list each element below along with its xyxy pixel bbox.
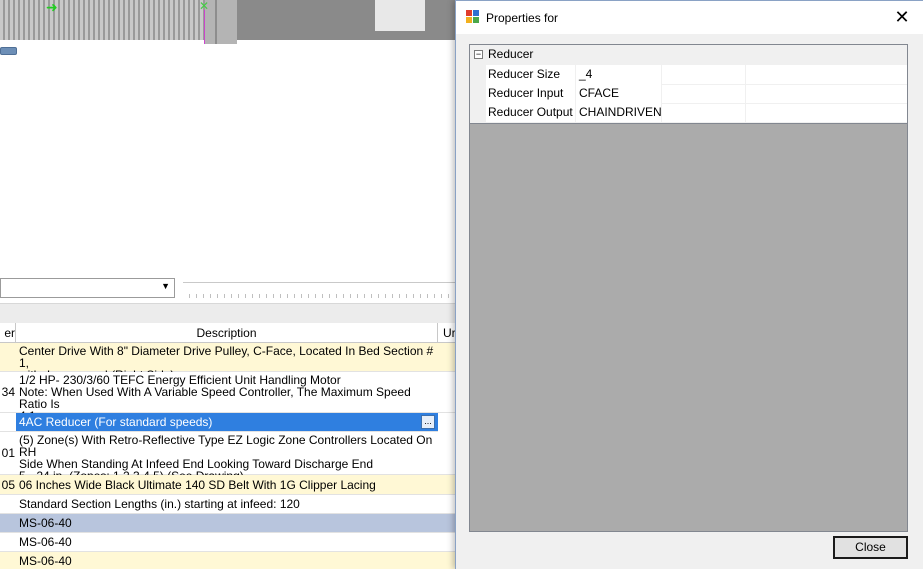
row-number: 34 <box>1 385 15 399</box>
drawing-canvas[interactable]: ➜ ✕ <box>0 0 460 278</box>
property-row-reducer-output[interactable]: Reducer Output CHAINDRIVEN <box>470 103 907 123</box>
conveyor-end-cap <box>205 0 237 44</box>
table-row[interactable]: MS-06-40 <box>0 533 460 552</box>
property-grid: − Reducer Reducer Size _4 Reducer Input … <box>469 44 908 532</box>
sensor-shape[interactable] <box>0 47 17 55</box>
property-extra-cell <box>660 103 746 122</box>
row-description: MS-06-40 <box>19 554 72 568</box>
category-row-reducer[interactable]: − Reducer <box>470 45 907 65</box>
property-margin <box>470 65 486 84</box>
table-row[interactable]: MS-06-40 <box>0 514 460 533</box>
view-dropdown[interactable]: ▼ <box>0 278 175 298</box>
property-extra-cell <box>660 65 746 84</box>
ellipsis-button[interactable]: ... <box>421 415 435 429</box>
horizontal-ruler <box>183 282 458 299</box>
table-row[interactable]: 05 06 Inches Wide Black Ultimate 140 SD … <box>0 475 460 495</box>
property-value[interactable]: CHAINDRIVEN <box>576 103 662 122</box>
grid-toolbar-strip <box>0 303 460 324</box>
table-row[interactable]: 01 (5) Zone(s) With Retro-Reflective Typ… <box>0 432 460 482</box>
row-number <box>0 343 15 371</box>
properties-dialog: Properties for ✕ − Reducer Reducer Size … <box>455 0 923 569</box>
row-number <box>0 552 15 569</box>
table-row-selected[interactable]: 4AC Reducer (For standard speeds) ... <box>16 413 438 432</box>
marker-line <box>204 10 205 44</box>
row-description: 06 Inches Wide Black Ultimate 140 SD Bel… <box>19 478 376 492</box>
row-number <box>0 495 15 513</box>
row-margin <box>0 413 16 432</box>
collapse-icon[interactable]: − <box>474 50 483 59</box>
property-name: Reducer Size <box>486 65 576 84</box>
property-extra-cell <box>660 84 746 103</box>
close-button[interactable]: Close <box>833 536 908 559</box>
property-name: Reducer Output <box>486 103 576 122</box>
row-number: 01 <box>1 446 15 460</box>
property-value[interactable]: _4 <box>576 65 662 84</box>
row-description: MS-06-40 <box>19 516 72 530</box>
drawing-block <box>375 0 425 31</box>
column-header-number[interactable]: er <box>0 323 16 343</box>
table-row[interactable]: Center Drive With 8" Diameter Drive Pull… <box>0 343 460 381</box>
conveyor-cap-divider <box>215 0 217 44</box>
conveyor-drawing[interactable] <box>0 0 205 40</box>
properties-app-icon <box>466 10 480 24</box>
property-row-reducer-input[interactable]: Reducer Input CFACE <box>470 84 907 104</box>
property-row-reducer-size[interactable]: Reducer Size _4 <box>470 65 907 85</box>
row-description: Standard Section Lengths (in.) starting … <box>19 497 300 511</box>
row-number: 05 <box>1 478 15 492</box>
table-row[interactable]: Standard Section Lengths (in.) starting … <box>0 495 460 514</box>
row-number <box>0 533 15 551</box>
line-items-grid: er Description Ur Center Drive With 8" D… <box>0 323 460 569</box>
dialog-titlebar[interactable]: Properties for ✕ <box>456 1 923 34</box>
property-margin <box>470 84 486 103</box>
property-table: − Reducer Reducer Size _4 Reducer Input … <box>470 45 907 124</box>
property-value[interactable]: CFACE <box>576 84 662 103</box>
row-description: MS-06-40 <box>19 535 72 549</box>
direction-arrow-icon: ➜ <box>46 0 58 15</box>
column-header-description[interactable]: Description <box>16 323 438 343</box>
table-row[interactable]: 34 1/2 HP- 230/3/60 TEFC Energy Efficien… <box>0 372 460 422</box>
row-number <box>0 413 15 431</box>
row-description: 4AC Reducer (For standard speeds) <box>19 415 213 429</box>
chevron-down-icon[interactable]: ▼ <box>161 281 170 291</box>
row-number <box>0 514 15 532</box>
category-label: Reducer <box>488 47 534 61</box>
close-icon[interactable]: ✕ <box>891 6 913 28</box>
dialog-title: Properties for <box>486 11 559 25</box>
property-margin <box>470 103 486 122</box>
property-name: Reducer Input <box>486 84 576 103</box>
table-row[interactable]: MS-06-40 <box>0 552 460 569</box>
